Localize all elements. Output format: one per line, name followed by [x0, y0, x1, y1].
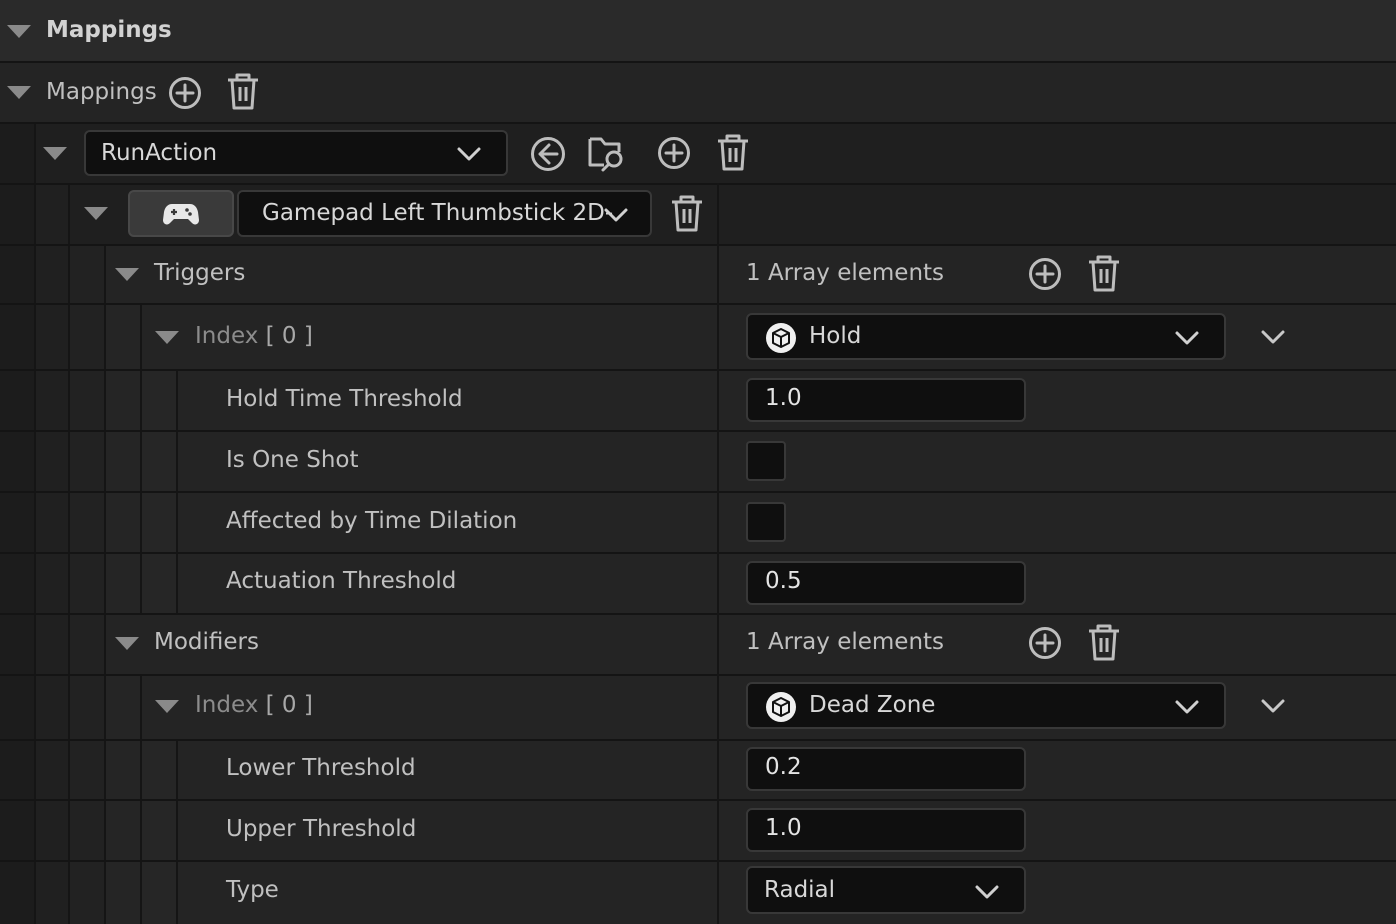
chevron-down-icon: [604, 208, 628, 222]
mappings-label: Mappings: [46, 79, 157, 105]
chevron-down-icon: [457, 147, 481, 161]
indent-guide: [0, 122, 34, 924]
one-shot-row: [0, 432, 1396, 491]
trash-icon[interactable]: [1086, 254, 1122, 294]
trash-icon[interactable]: [1086, 623, 1122, 663]
upper-threshold-field[interactable]: 1.0: [746, 808, 1026, 852]
lower-threshold-label: Lower Threshold: [226, 755, 416, 781]
hold-time-row: [0, 371, 1396, 430]
time-dilation-label: Affected by Time Dilation: [226, 508, 518, 534]
actuation-row: [0, 554, 1396, 613]
folder-search-icon[interactable]: [587, 133, 627, 173]
modifiers-label: Modifiers: [154, 629, 259, 655]
trigger-index-label: Index [ 0 ]: [195, 323, 313, 349]
triggers-label: Triggers: [154, 260, 246, 286]
gamepad-icon: [163, 204, 199, 225]
collapse-arrow-icon[interactable]: [115, 268, 139, 281]
type-value: Radial: [764, 877, 836, 903]
modifier-class-combo[interactable]: Dead Zone: [746, 682, 1226, 729]
trash-icon[interactable]: [669, 194, 705, 234]
guide-edge: [104, 244, 106, 924]
actuation-label: Actuation Threshold: [226, 568, 457, 594]
indent-guide: [104, 305, 140, 613]
plus-circle-icon[interactable]: [1027, 625, 1063, 661]
section-title: Mappings: [46, 17, 172, 43]
guide-edge: [34, 122, 36, 924]
modifier-index-label: Index [ 0 ]: [195, 692, 313, 718]
collapse-arrow-icon[interactable]: [155, 700, 179, 713]
plus-circle-icon[interactable]: [167, 75, 203, 111]
section-header-row[interactable]: [0, 0, 1396, 61]
trash-icon[interactable]: [715, 133, 751, 173]
type-label: Type: [226, 877, 279, 903]
type-combo[interactable]: Radial: [746, 866, 1026, 914]
actuation-field[interactable]: 0.5: [746, 561, 1026, 605]
chevron-down-icon: [1175, 700, 1199, 714]
lower-threshold-field[interactable]: 0.2: [746, 747, 1026, 791]
modifier-class-value: Dead Zone: [809, 692, 936, 718]
indent-guide: [140, 739, 176, 924]
type-row: [0, 862, 1396, 924]
expand-chevron-icon[interactable]: [1260, 328, 1286, 346]
guide-edge: [176, 739, 178, 924]
indent-guide: [68, 244, 104, 924]
column-divider: [717, 183, 719, 924]
collapse-arrow-icon[interactable]: [7, 25, 31, 38]
collapse-arrow-icon[interactable]: [43, 147, 67, 160]
cube-icon: [766, 692, 796, 722]
upper-threshold-row: [0, 801, 1396, 860]
mappings-row: [0, 63, 1396, 122]
chevron-down-icon: [975, 885, 999, 899]
action-combo[interactable]: RunAction: [84, 130, 508, 176]
modifiers-count: 1 Array elements: [746, 629, 945, 655]
cube-icon: [766, 323, 796, 353]
guide-edge: [140, 305, 142, 613]
key-value: Gamepad Left Thumbstick 2D-: [262, 200, 614, 226]
time-dilation-checkbox[interactable]: [746, 502, 786, 542]
collapse-arrow-icon[interactable]: [84, 207, 108, 220]
trigger-class-value: Hold: [809, 323, 862, 349]
trash-icon[interactable]: [225, 72, 261, 112]
lower-threshold-row: [0, 741, 1396, 799]
collapse-arrow-icon[interactable]: [155, 331, 179, 344]
plus-circle-icon[interactable]: [656, 135, 692, 171]
one-shot-label: Is One Shot: [226, 447, 359, 473]
upper-threshold-label: Upper Threshold: [226, 816, 417, 842]
chevron-down-icon: [1175, 331, 1199, 345]
plus-circle-icon[interactable]: [1027, 256, 1063, 292]
hold-time-label: Hold Time Threshold: [226, 386, 463, 412]
expand-chevron-icon[interactable]: [1260, 697, 1286, 715]
back-arrow-circle-icon[interactable]: [529, 135, 567, 173]
time-dilation-row: [0, 493, 1396, 552]
one-shot-checkbox[interactable]: [746, 441, 786, 481]
key-combo[interactable]: Gamepad Left Thumbstick 2D-: [237, 190, 652, 237]
hold-time-field[interactable]: 1.0: [746, 378, 1026, 422]
collapse-arrow-icon[interactable]: [7, 86, 31, 99]
collapse-arrow-icon[interactable]: [115, 637, 139, 650]
trigger-class-combo[interactable]: Hold: [746, 313, 1226, 360]
device-button[interactable]: [128, 190, 234, 237]
action-value: RunAction: [101, 140, 218, 166]
triggers-count: 1 Array elements: [746, 260, 945, 286]
